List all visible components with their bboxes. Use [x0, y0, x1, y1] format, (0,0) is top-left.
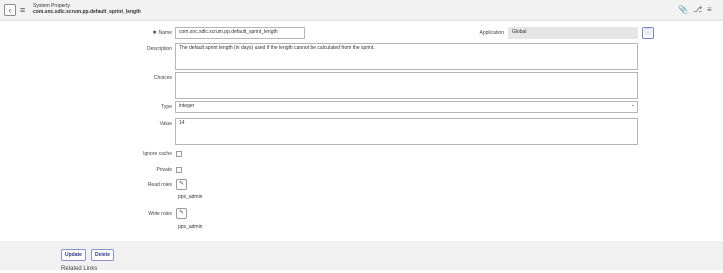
- write-roles-value: pps_admin: [178, 224, 203, 230]
- back-icon[interactable]: ‹: [4, 4, 16, 16]
- read-roles-label: Read roles: [147, 182, 172, 188]
- private-checkbox[interactable]: [176, 167, 182, 173]
- delete-button[interactable]: Delete: [91, 249, 115, 261]
- required-marker: ✱: [152, 30, 157, 36]
- read-roles-value: pps_admin: [178, 194, 203, 200]
- name-label: ✱ Name: [152, 30, 172, 36]
- chevron-down-icon: ⌄: [630, 102, 635, 108]
- edit-write-roles-icon[interactable]: ✎: [176, 208, 187, 219]
- header-record-name: com.snc.sdlc.scrum.pp.default_sprint_len…: [33, 9, 141, 15]
- choices-field[interactable]: [175, 72, 638, 99]
- form-header: ‹ ≡ System Property com.snc.sdlc.scrum.p…: [0, 0, 723, 21]
- update-button[interactable]: Update: [61, 249, 86, 261]
- info-icon[interactable]: ⓘ: [642, 27, 654, 39]
- write-roles-label: Write roles: [148, 211, 172, 217]
- application-label: Application: [479, 30, 504, 36]
- choices-label: Choices: [153, 75, 172, 81]
- settings-icon[interactable]: ≡: [707, 5, 712, 15]
- private-label: Private: [156, 167, 172, 173]
- edit-read-roles-icon[interactable]: ✎: [176, 179, 187, 190]
- attachment-icon[interactable]: 📎: [678, 5, 688, 15]
- type-select[interactable]: integer ⌄: [175, 101, 638, 113]
- description-label: Description: [146, 46, 172, 52]
- application-field: Global: [508, 27, 638, 39]
- value-field[interactable]: 14: [175, 118, 638, 145]
- form-footer: Update Delete: [0, 241, 723, 270]
- type-label: Type: [161, 104, 172, 110]
- type-select-value: integer: [179, 103, 195, 109]
- ignore-cache-label: Ignore cache: [143, 151, 172, 157]
- related-links-heading: Related Links: [61, 266, 98, 272]
- ignore-cache-checkbox[interactable]: [176, 151, 182, 157]
- name-field[interactable]: com.snc.sdlc.scrum.pp.default_sprint_len…: [175, 27, 305, 39]
- menu-icon[interactable]: ≡: [20, 4, 25, 16]
- header-title-block: System Property com.snc.sdlc.scrum.pp.de…: [33, 3, 141, 15]
- description-field[interactable]: The default sprint length (in days) used…: [175, 43, 638, 70]
- flow-icon[interactable]: ⎇: [693, 5, 702, 15]
- value-label: Value: [159, 121, 172, 127]
